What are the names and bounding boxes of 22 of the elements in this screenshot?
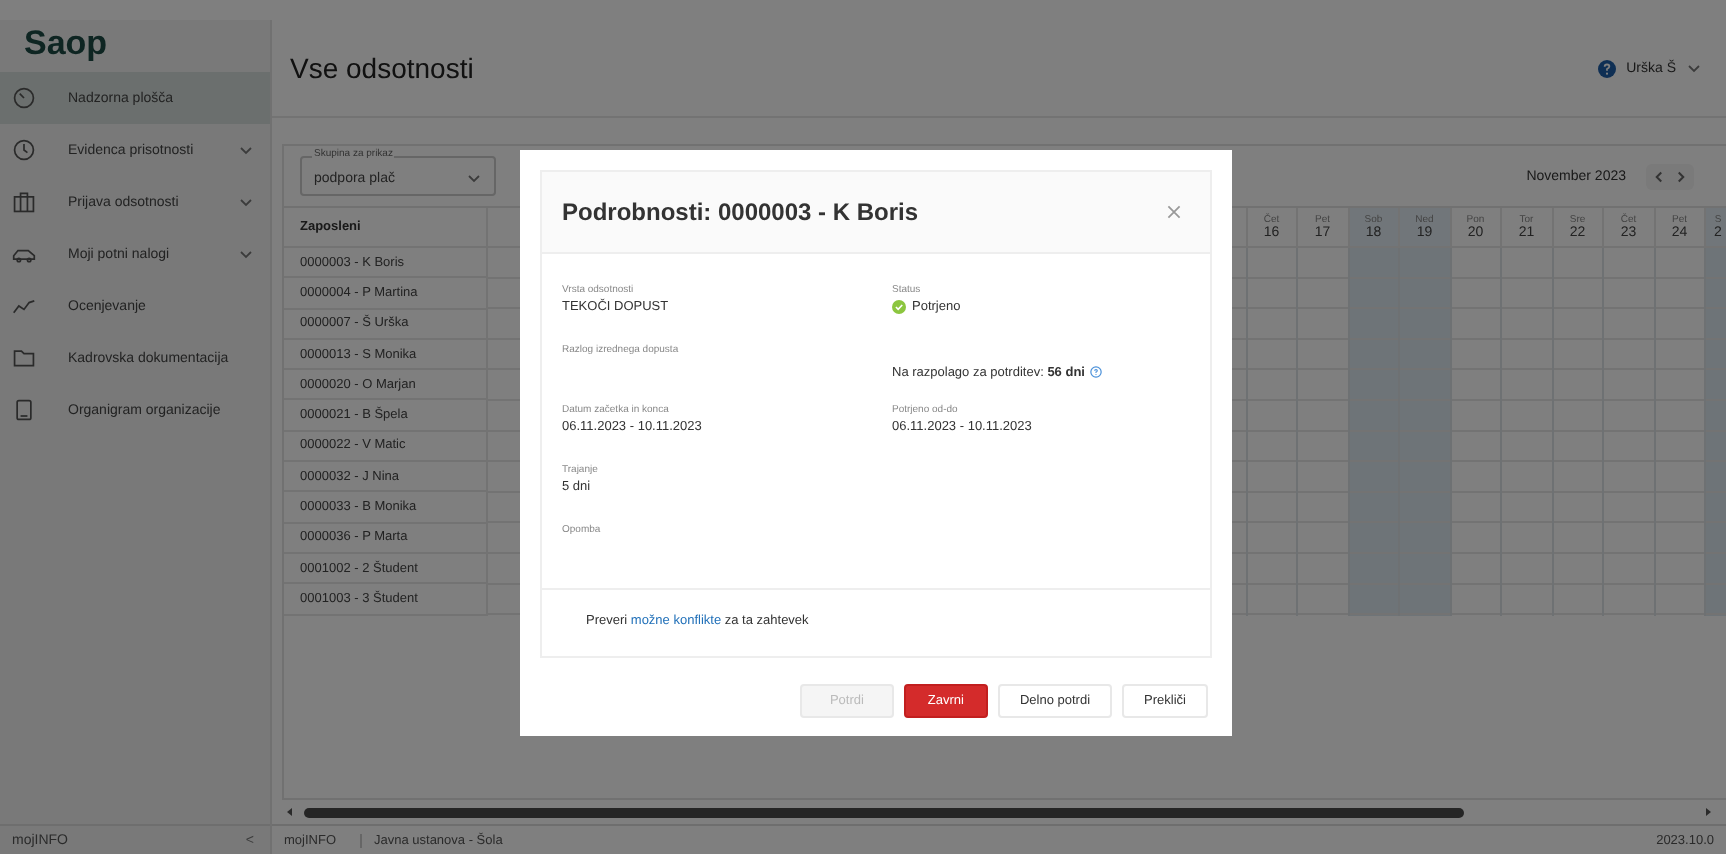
help-icon[interactable] [1090, 366, 1103, 378]
page-title: Vse odsotnosti [290, 52, 476, 84]
clock-icon [12, 138, 36, 162]
suitcase-icon [12, 190, 36, 214]
chevron-down-icon [1686, 60, 1702, 76]
app-logo: Saop [22, 22, 110, 66]
gauge-icon [12, 86, 36, 110]
folder-icon [12, 346, 36, 370]
chevron-down-icon [238, 246, 254, 262]
chevron-down-icon [238, 142, 254, 158]
previous-icon[interactable] [1650, 167, 1668, 185]
scroll-left-icon[interactable] [284, 806, 296, 818]
dialog-title: Podrobnosti: 0000003 - K Boris [562, 198, 921, 226]
scroll-right-icon[interactable] [1702, 806, 1714, 818]
scrollbar-thumb[interactable] [304, 807, 1464, 817]
line-chart-icon [12, 294, 36, 318]
tablet-icon [12, 398, 36, 422]
chevron-down-icon [466, 170, 482, 186]
close-icon[interactable] [1166, 204, 1182, 220]
help-icon [1598, 59, 1617, 77]
chevron-down-icon [238, 194, 254, 210]
next-icon[interactable] [1672, 167, 1690, 185]
